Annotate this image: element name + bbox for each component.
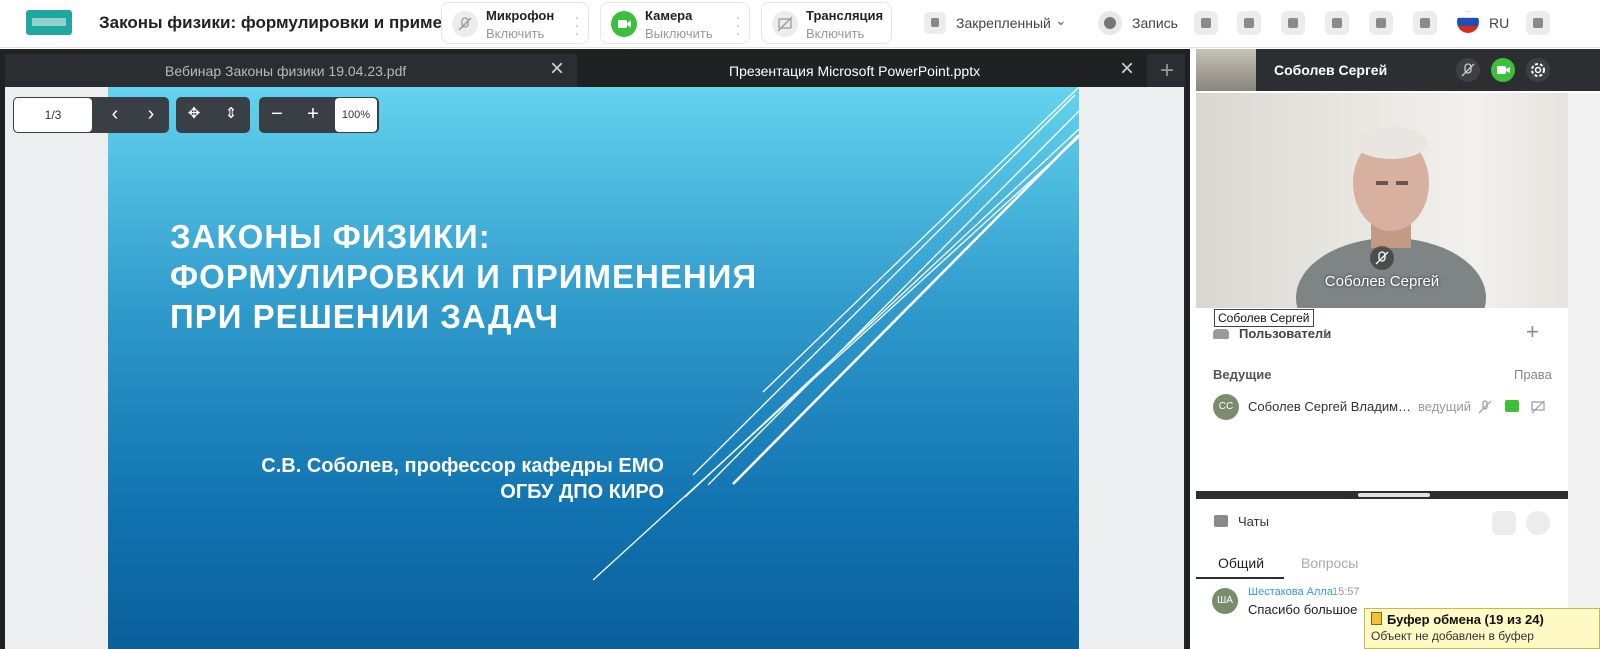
microphone-off-icon[interactable]: [1456, 58, 1480, 82]
host-name: Соболев Сергей Владим…: [1248, 399, 1412, 414]
zoom-in-icon[interactable]: +: [295, 97, 331, 133]
slide-subtitle: С.В. Соболев, профессор кафедры ЕМО ОГБУ…: [261, 455, 664, 503]
record-icon[interactable]: [1098, 11, 1122, 35]
chat-export-icon[interactable]: [1492, 511, 1516, 535]
tab-pdf[interactable]: Вебинар Законы физики 19.04.23.pdf ×: [5, 54, 577, 87]
app-logo[interactable]: [26, 10, 72, 35]
pinned-dropdown[interactable]: Закрепленный: [956, 15, 1051, 31]
document-viewer: ЗАКОНЫ ФИЗИКИ: ФОРМУЛИРОВКИ И ПРИМЕНЕНИЯ…: [5, 87, 1184, 649]
presentation-area: Вебинар Законы физики 19.04.23.pdf × Пре…: [0, 49, 1190, 649]
tooltip: Соболев Сергей: [1214, 309, 1314, 327]
language-selector[interactable]: RU: [1489, 15, 1509, 31]
slide-title: ЗАКОНЫ ФИЗИКИ: ФОРМУЛИРОВКИ И ПРИМЕНЕНИЯ…: [170, 218, 758, 335]
chevron-right-icon[interactable]: ›: [133, 97, 169, 133]
fit-controls: ✥ ⇕: [176, 97, 250, 133]
clipboard-icon: [1371, 612, 1382, 625]
info-icon[interactable]: [1369, 11, 1393, 35]
tab-questions[interactable]: Вопросы: [1301, 555, 1358, 571]
speaker-name: Соболев Сергей: [1274, 62, 1388, 78]
zoom-controls: − + 100%: [259, 97, 379, 133]
zoom-out-icon[interactable]: −: [259, 97, 295, 133]
scrollbar[interactable]: [1568, 93, 1600, 649]
add-tab-icon[interactable]: +: [1160, 57, 1174, 85]
resize-handle[interactable]: [1358, 493, 1430, 497]
camera-on-icon[interactable]: [1491, 58, 1515, 82]
microphone-off-icon: [452, 11, 478, 37]
camera-button[interactable]: Камера Выключить · · ·: [600, 2, 750, 44]
avatar: СС: [1213, 394, 1239, 420]
screen-share-off-icon[interactable]: [1531, 400, 1545, 414]
flag-ru-icon[interactable]: [1457, 11, 1479, 33]
video-header: Соболев Сергей: [1196, 49, 1600, 91]
zoom-level[interactable]: 100%: [335, 98, 377, 132]
page-navigator: 1/3 ‹ ›: [13, 97, 169, 133]
user-icon[interactable]: [1325, 11, 1349, 35]
camera-on-icon[interactable]: [1505, 400, 1519, 412]
top-bar: Законы физики: формулировки и примен… Ми…: [0, 0, 1600, 48]
tab-underline: [1196, 577, 1284, 579]
avatar: ША: [1212, 588, 1238, 614]
more-dots-icon[interactable]: · · ·: [735, 10, 741, 40]
chevron-down-icon[interactable]: ⌄: [1055, 12, 1067, 29]
broadcast-button[interactable]: Трансляция Включить: [761, 2, 892, 44]
slide-decoration: [592, 87, 1079, 581]
chat-icon: [1214, 515, 1228, 527]
users-icon: [1213, 329, 1229, 339]
close-icon[interactable]: ×: [1120, 57, 1134, 81]
fit-width-icon[interactable]: ⇕: [213, 97, 249, 133]
microphone-button[interactable]: Микрофон Включить · · ·: [441, 2, 589, 44]
chats-header: Чаты: [1196, 499, 1568, 543]
folder-icon[interactable]: [1281, 11, 1305, 35]
rights-link[interactable]: Права: [1514, 367, 1552, 382]
right-panel: Соболев Сергей Соболев Сергей Пользовате…: [1196, 49, 1600, 649]
hosts-label: Ведущие: [1213, 367, 1272, 382]
add-user-icon[interactable]: +: [1526, 319, 1539, 345]
speaker-video[interactable]: Соболев Сергей: [1196, 93, 1568, 308]
screen-share-off-icon: [772, 11, 798, 37]
page-input[interactable]: 1/3: [14, 98, 92, 132]
notes-icon[interactable]: [1237, 11, 1261, 35]
slide: ЗАКОНЫ ФИЗИКИ: ФОРМУЛИРОВКИ И ПРИМЕНЕНИЯ…: [108, 87, 1079, 649]
speaker-thumbnail[interactable]: [1196, 49, 1256, 91]
chevron-left-icon[interactable]: ‹: [97, 97, 133, 133]
message-text: Спасибо большое: [1248, 602, 1358, 617]
page-title: Законы физики: формулировки и примен…: [99, 13, 470, 32]
camera-on-icon: [611, 11, 637, 37]
microphone-off-icon[interactable]: [1478, 400, 1492, 414]
chat-message[interactable]: ША Шестакова Алла 15:57 Спасибо большое: [1204, 581, 1372, 627]
fit-page-icon[interactable]: ✥: [176, 97, 212, 133]
more-dots-icon[interactable]: · · ·: [574, 10, 580, 40]
tab-general[interactable]: Общий: [1218, 555, 1264, 571]
message-time: 15:57: [1332, 586, 1360, 598]
grid-icon[interactable]: [1194, 11, 1218, 35]
close-icon[interactable]: ×: [550, 57, 564, 81]
pinned-icon: [924, 12, 946, 34]
clipboard-notification[interactable]: Буфер обмена (19 из 24) Объект не добавл…: [1364, 608, 1600, 649]
tab-pptx[interactable]: Презентация Microsoft PowerPoint.pptx ×: [577, 54, 1147, 87]
host-row[interactable]: СС Соболев Сергей Владим… ведущий: [1213, 392, 1563, 420]
message-author[interactable]: Шестакова Алла: [1248, 586, 1333, 598]
document-tabs: Вебинар Законы физики 19.04.23.pdf × Пре…: [5, 54, 1185, 87]
host-role: ведущий: [1418, 399, 1472, 414]
users-count: 1: [1322, 326, 1330, 341]
settings-icon[interactable]: [1413, 11, 1437, 35]
video-overlay-name: Соболев Сергей: [1324, 273, 1440, 290]
record-label[interactable]: Запись: [1132, 15, 1178, 31]
microphone-off-icon: [1370, 246, 1394, 270]
exit-icon[interactable]: [1526, 11, 1550, 35]
settings-icon[interactable]: [1526, 511, 1550, 535]
settings-icon[interactable]: [1526, 58, 1550, 82]
